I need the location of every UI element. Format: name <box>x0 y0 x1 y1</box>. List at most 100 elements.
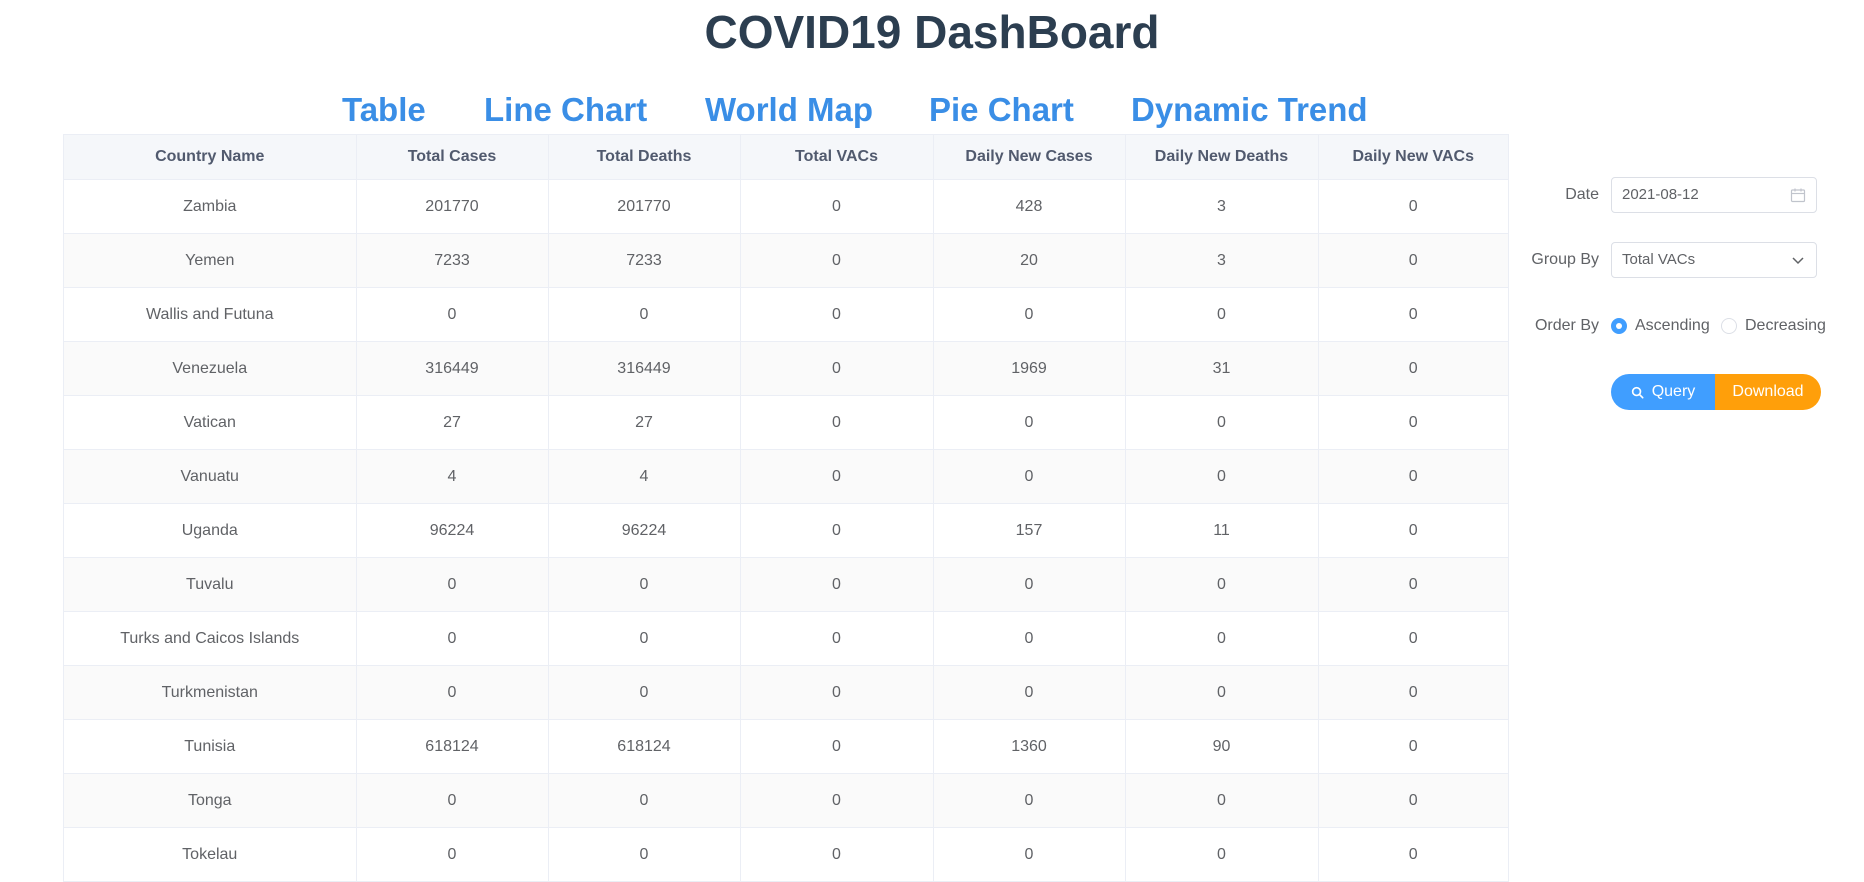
value-cell: 0 <box>1125 773 1319 828</box>
value-cell: 0 <box>933 557 1126 612</box>
nav-world-map[interactable]: World Map <box>705 88 873 132</box>
column-header[interactable]: Total VACs <box>740 135 934 180</box>
value-cell: 0 <box>1318 179 1508 234</box>
country-cell: Tonga <box>64 773 357 828</box>
value-cell: 0 <box>1125 287 1319 342</box>
table-row[interactable]: Zambia 201770 201770 0 428 3 0 <box>64 179 1508 234</box>
value-cell: 0 <box>1318 233 1508 288</box>
value-cell: 0 <box>740 503 934 558</box>
value-cell: 0 <box>740 773 934 828</box>
value-cell: 0 <box>740 665 934 720</box>
value-cell: 0 <box>1318 611 1508 666</box>
value-cell: 96224 <box>356 503 549 558</box>
chevron-down-icon <box>1792 257 1804 265</box>
value-cell: 0 <box>933 665 1126 720</box>
country-cell: Wallis and Futuna <box>64 287 357 342</box>
value-cell: 0 <box>356 611 549 666</box>
table-row[interactable]: Turkmenistan 0 0 0 0 0 0 <box>64 665 1508 720</box>
nav-pie-chart[interactable]: Pie Chart <box>929 88 1074 132</box>
radio-decreasing[interactable]: Decreasing <box>1721 317 1826 335</box>
table-row[interactable]: Vatican 27 27 0 0 0 0 <box>64 395 1508 450</box>
value-cell: 0 <box>740 449 934 504</box>
table-row[interactable]: Tokelau 0 0 0 0 0 0 <box>64 827 1508 882</box>
search-icon <box>1631 386 1644 399</box>
table-row[interactable]: Venezuela 316449 316449 0 1969 31 0 <box>64 341 1508 396</box>
value-cell: 0 <box>933 395 1126 450</box>
value-cell: 0 <box>356 827 549 882</box>
radio-ascending-label: Ascending <box>1635 317 1710 334</box>
value-cell: 0 <box>740 827 934 882</box>
data-table: Country Name Total Cases Total Deaths To… <box>64 135 1508 882</box>
value-cell: 428 <box>933 179 1126 234</box>
table-row[interactable]: Turks and Caicos Islands 0 0 0 0 0 0 <box>64 611 1508 666</box>
value-cell: 1969 <box>933 341 1126 396</box>
value-cell: 0 <box>740 611 934 666</box>
table-row[interactable]: Yemen 7233 7233 0 20 3 0 <box>64 233 1508 288</box>
value-cell: 0 <box>1318 395 1508 450</box>
value-cell: 27 <box>356 395 549 450</box>
table-row[interactable]: Uganda 96224 96224 0 157 11 0 <box>64 503 1508 558</box>
column-header[interactable]: Total Deaths <box>548 135 741 180</box>
value-cell: 316449 <box>356 341 549 396</box>
country-cell: Uganda <box>64 503 357 558</box>
country-cell: Zambia <box>64 179 357 234</box>
value-cell: 0 <box>548 287 741 342</box>
country-cell: Turks and Caicos Islands <box>64 611 357 666</box>
radio-dot-unchecked[interactable] <box>1721 318 1737 334</box>
date-picker-input[interactable]: 2021-08-12 <box>1611 177 1817 213</box>
value-cell: 20 <box>933 233 1126 288</box>
value-cell: 31 <box>1125 341 1319 396</box>
table-row[interactable]: Tunisia 618124 618124 0 1360 90 0 <box>64 719 1508 774</box>
download-button-label: Download <box>1732 383 1804 400</box>
value-cell: 201770 <box>548 179 741 234</box>
radio-ascending[interactable]: Ascending <box>1611 317 1710 335</box>
table-row[interactable]: Vanuatu 4 4 0 0 0 0 <box>64 449 1508 504</box>
value-cell: 4 <box>548 449 741 504</box>
nav-dynamic-trend[interactable]: Dynamic Trend <box>1131 88 1368 132</box>
value-cell: 316449 <box>548 341 741 396</box>
table-row[interactable]: Tonga 0 0 0 0 0 0 <box>64 773 1508 828</box>
radio-dot-checked[interactable] <box>1611 318 1627 334</box>
value-cell: 3 <box>1125 233 1319 288</box>
value-cell: 0 <box>933 773 1126 828</box>
country-cell: Tunisia <box>64 719 357 774</box>
value-cell: 11 <box>1125 503 1319 558</box>
value-cell: 0 <box>1318 719 1508 774</box>
value-cell: 0 <box>740 233 934 288</box>
value-cell: 96224 <box>548 503 741 558</box>
country-cell: Vatican <box>64 395 357 450</box>
column-header[interactable]: Total Cases <box>356 135 549 180</box>
group-by-select[interactable]: Total VACs <box>1611 242 1817 278</box>
value-cell: 3 <box>1125 179 1319 234</box>
main-nav: Table Line Chart World Map Pie Chart Dyn… <box>0 88 1864 132</box>
nav-line-chart[interactable]: Line Chart <box>484 88 647 132</box>
action-button-group: Query Download <box>1611 374 1821 410</box>
table-row[interactable]: Wallis and Futuna 0 0 0 0 0 0 <box>64 287 1508 342</box>
table-header-row: Country Name Total Cases Total Deaths To… <box>64 135 1508 180</box>
value-cell: 0 <box>1318 503 1508 558</box>
nav-table[interactable]: Table <box>342 88 426 132</box>
query-button[interactable]: Query <box>1611 374 1715 410</box>
column-header[interactable]: Daily New Cases <box>933 135 1126 180</box>
column-header[interactable]: Country Name <box>64 135 357 180</box>
value-cell: 0 <box>356 665 549 720</box>
date-label: Date <box>1565 186 1599 203</box>
value-cell: 0 <box>933 827 1126 882</box>
table-body: Zambia 201770 201770 0 428 3 0 Yemen 7233 7233 0 20… <box>64 179 1508 882</box>
country-cell: Turkmenistan <box>64 665 357 720</box>
value-cell: 0 <box>1318 665 1508 720</box>
page-title: COVID19 DashBoard <box>704 6 1160 58</box>
value-cell: 0 <box>933 449 1126 504</box>
column-header[interactable]: Daily New VACs <box>1318 135 1508 180</box>
value-cell: 7233 <box>356 233 549 288</box>
value-cell: 7233 <box>548 233 741 288</box>
table-row[interactable]: Tuvalu 0 0 0 0 0 0 <box>64 557 1508 612</box>
column-header[interactable]: Daily New Deaths <box>1125 135 1319 180</box>
value-cell: 618124 <box>356 719 549 774</box>
value-cell: 0 <box>1125 827 1319 882</box>
download-button[interactable]: Download <box>1715 374 1821 410</box>
value-cell: 0 <box>356 287 549 342</box>
country-cell: Tuvalu <box>64 557 357 612</box>
value-cell: 0 <box>1125 557 1319 612</box>
value-cell: 157 <box>933 503 1126 558</box>
